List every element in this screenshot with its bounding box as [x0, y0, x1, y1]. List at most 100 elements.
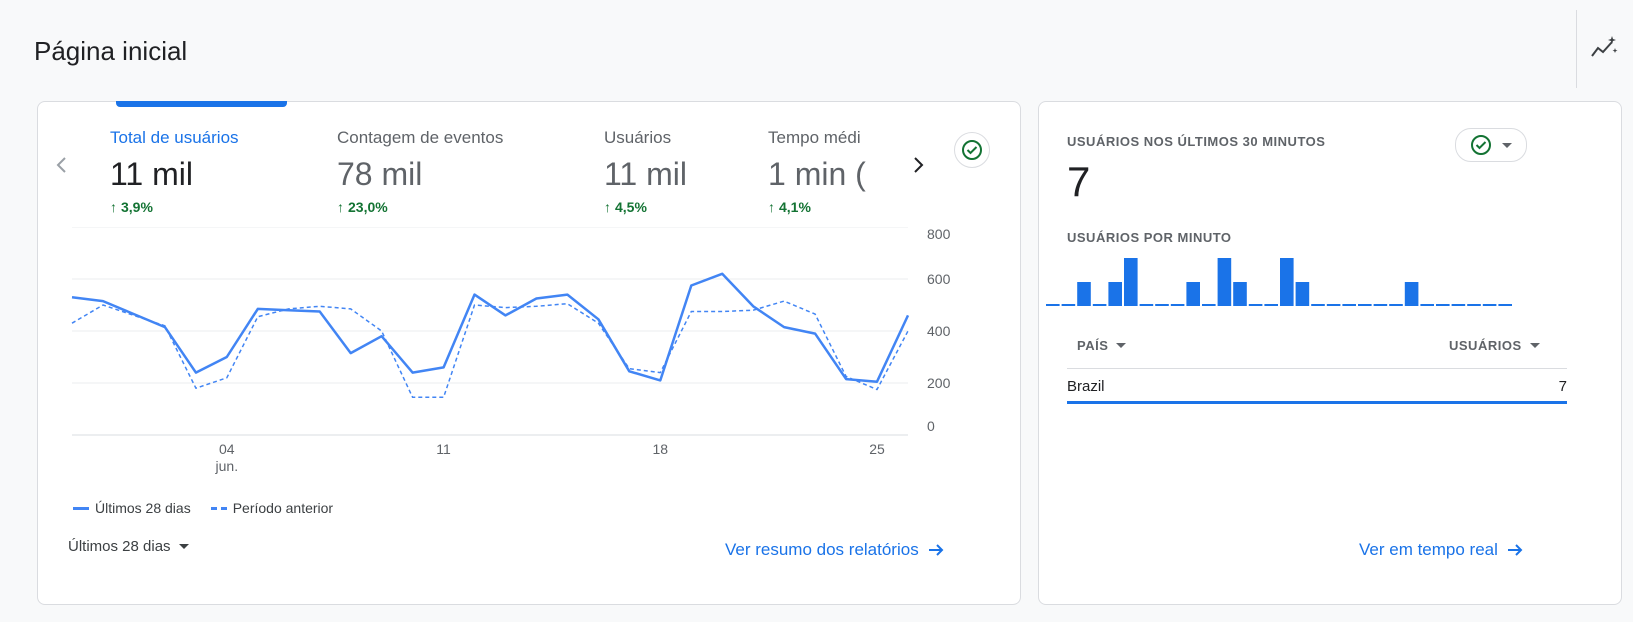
- metric-delta: ↑ 23,0%: [337, 199, 388, 215]
- x-tick-label: 04: [219, 441, 235, 457]
- metric-value: 1 min (: [768, 156, 866, 192]
- arrow-up-icon: ↑: [110, 199, 117, 215]
- caret-down-icon: [1529, 343, 1540, 348]
- table-divider: [1067, 368, 1567, 369]
- realtime-compare-dropdown[interactable]: [1455, 128, 1527, 162]
- realtime-title: USUÁRIOS NOS ÚLTIMOS 30 MINUTOS: [1067, 134, 1326, 149]
- per-minute-bar: [1467, 304, 1481, 306]
- per-minute-bar: [1451, 304, 1466, 306]
- per-minute-bar: [1295, 282, 1310, 306]
- per-minute-bar: [1108, 282, 1122, 306]
- chevron-right-icon[interactable]: [908, 150, 928, 180]
- column-header-users[interactable]: USUÁRIOS: [1449, 338, 1540, 353]
- arrow-right-icon: [928, 544, 944, 556]
- arrow-up-icon: ↑: [768, 199, 775, 215]
- row-share-bar: [1067, 401, 1567, 404]
- metric-label: Tempo médi: [768, 128, 861, 147]
- realtime-user-count: 7: [1067, 158, 1091, 205]
- y-tick-label: 800: [927, 227, 951, 242]
- y-tick-label: 600: [927, 271, 951, 287]
- country-cell: Brazil: [1067, 378, 1105, 395]
- per-minute-bar: [1124, 258, 1138, 306]
- per-minute-bar: [1155, 304, 1169, 306]
- check-circle-icon[interactable]: [954, 132, 990, 168]
- legend-item-previous: Período anterior: [210, 500, 333, 516]
- date-range-select[interactable]: Últimos 28 dias: [68, 538, 189, 555]
- view-reports-summary-link[interactable]: Ver resumo dos relatórios: [725, 540, 945, 560]
- legend-swatch-solid: [73, 506, 89, 510]
- per-minute-bar: [1139, 304, 1154, 306]
- per-minute-bar: [1170, 304, 1185, 306]
- metric-label: Total de usuários: [110, 128, 239, 147]
- metric-delta: ↑ 3,9%: [110, 199, 153, 215]
- header-divider: [1576, 10, 1577, 88]
- per-minute-bar: [1077, 282, 1091, 306]
- realtime-card: USUÁRIOS NOS ÚLTIMOS 30 MINUTOS 7 USUÁRI…: [1038, 101, 1622, 605]
- per-minute-bar: [1358, 304, 1372, 306]
- users-per-minute-chart: [1046, 258, 1512, 306]
- y-tick-label: 200: [927, 375, 951, 391]
- arrow-up-icon: ↑: [337, 199, 344, 215]
- legend-item-current: Últimos 28 dias: [73, 500, 191, 516]
- page-title: Página inicial: [34, 36, 188, 66]
- line-chart: 0 200 400 600 800 04jun. 11 18 25: [71, 227, 951, 474]
- metric-delta: ↑ 4,5%: [604, 199, 647, 215]
- per-minute-bar: [1202, 304, 1216, 306]
- users-per-minute-label: USUÁRIOS POR MINUTO: [1067, 230, 1232, 245]
- metric-label: Usuários: [604, 128, 672, 147]
- per-minute-bar: [1373, 304, 1388, 306]
- y-tick-label: 400: [927, 323, 951, 339]
- per-minute-bar: [1482, 304, 1497, 306]
- x-tick-label: 11: [436, 441, 451, 457]
- series-line-current: [71, 272, 910, 383]
- per-minute-bar: [1342, 304, 1356, 306]
- metric-value: 78 mil: [337, 156, 423, 192]
- per-minute-bar: [1046, 304, 1060, 306]
- x-tick-label: 18: [653, 441, 669, 457]
- per-minute-bar: [1326, 304, 1341, 306]
- per-minute-bar: [1217, 258, 1232, 306]
- arrow-up-icon: ↑: [604, 199, 611, 215]
- metric-label: Contagem de eventos: [337, 128, 504, 147]
- per-minute-bar: [1404, 282, 1419, 306]
- x-tick-label: 25: [869, 441, 885, 457]
- per-minute-bar: [1311, 304, 1325, 306]
- per-minute-bar: [1389, 304, 1403, 306]
- view-realtime-link[interactable]: Ver em tempo real: [1359, 540, 1524, 560]
- per-minute-bar: [1186, 282, 1200, 306]
- y-tick-label: 0: [927, 418, 935, 434]
- overview-card: Total de usuários 11 mil ↑ 3,9% Contagem …: [37, 101, 1021, 605]
- arrow-right-icon: [1507, 544, 1523, 556]
- per-minute-bar: [1280, 258, 1294, 306]
- insights-icon[interactable]: [1586, 32, 1620, 66]
- per-minute-bar: [1248, 304, 1263, 306]
- users-cell: 7: [1558, 378, 1567, 395]
- metric-value: 11 mil: [604, 156, 687, 192]
- chevron-left-icon[interactable]: [52, 150, 72, 180]
- metric-tab-users[interactable]: Usuários 11 mil ↑ 4,5%: [604, 128, 687, 215]
- metric-delta: ↑ 4,1%: [768, 199, 811, 215]
- check-circle-icon: [1471, 135, 1491, 155]
- per-minute-bar: [1264, 304, 1278, 306]
- metric-value: 11 mil: [110, 156, 193, 192]
- column-header-country[interactable]: PAÍS: [1077, 338, 1127, 353]
- per-minute-bar: [1436, 304, 1450, 306]
- x-tick-sublabel: jun.: [215, 458, 239, 474]
- metric-tab-event-count[interactable]: Contagem de eventos 78 mil ↑ 23,0%: [337, 128, 503, 215]
- legend-swatch-dashed: [210, 506, 227, 510]
- per-minute-bar: [1233, 282, 1247, 306]
- metric-tab-total-users[interactable]: Total de usuários 11 mil ↑ 3,9%: [110, 128, 239, 215]
- chart-legend: Últimos 28 dias Período anterior: [73, 500, 333, 516]
- caret-down-icon: [178, 544, 189, 549]
- date-range-label: Últimos 28 dias: [68, 538, 171, 555]
- per-minute-bar: [1061, 304, 1076, 306]
- per-minute-bar: [1420, 304, 1434, 306]
- metric-tabs: Total de usuários 11 mil ↑ 3,9% Contagem …: [110, 128, 902, 228]
- per-minute-bar: [1092, 304, 1107, 306]
- metric-tab-avg-time[interactable]: Tempo médi 1 min ( ↑ 4,1%: [768, 128, 866, 215]
- caret-down-icon: [1502, 142, 1512, 148]
- caret-down-icon: [1116, 343, 1127, 348]
- active-tab-indicator: [116, 101, 287, 107]
- table-row: Brazil 7: [1067, 376, 1567, 404]
- per-minute-bar: [1498, 304, 1512, 306]
